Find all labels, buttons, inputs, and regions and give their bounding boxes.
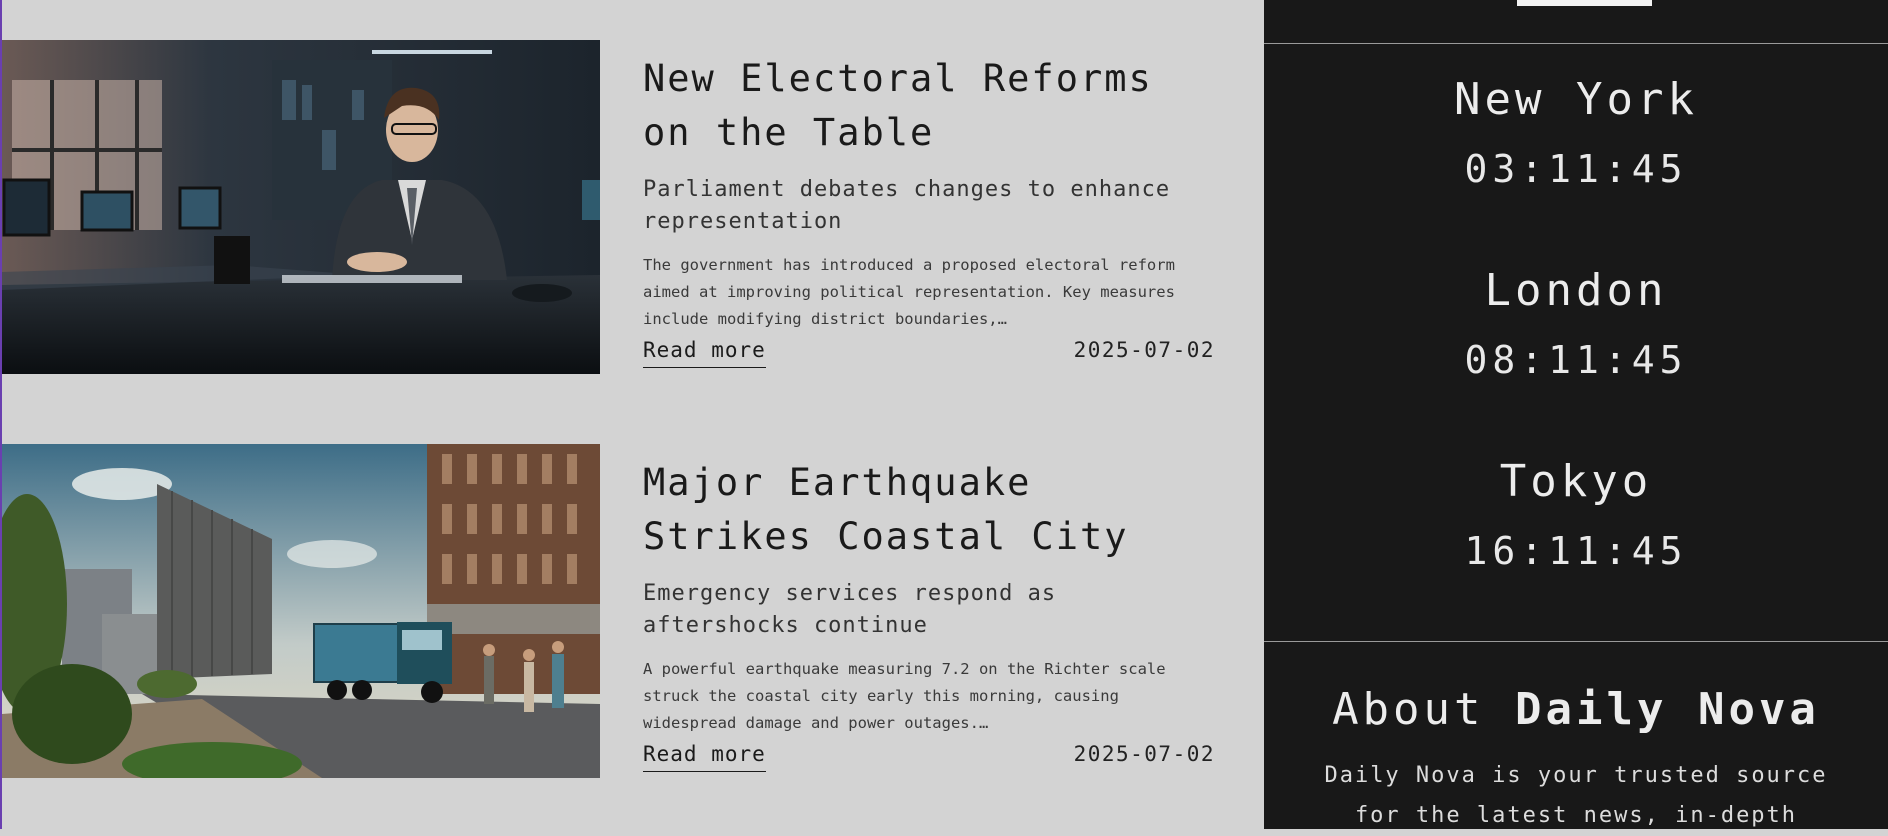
article-title[interactable]: New Electoral Reforms on the Table (643, 52, 1215, 160)
article-image[interactable] (2, 40, 600, 374)
article-card: New Electoral Reforms on the Table Parli… (2, 40, 1262, 376)
sidebar-top-tab[interactable] (1517, 0, 1652, 6)
article-date: 2025-07-02 (1073, 338, 1215, 362)
world-clock-tokyo: Tokyo 16:11:45 (1264, 452, 1888, 576)
clock-city: New York (1454, 74, 1698, 125)
sidebar-divider (1264, 43, 1888, 44)
about-heading: About Daily Nova (1264, 680, 1888, 740)
clock-time: 16:11:45 (1464, 529, 1688, 573)
article-summary: A powerful earthquake measuring 7.2 on t… (643, 660, 1166, 732)
article-title[interactable]: Major Earthquake Strikes Coastal City (643, 456, 1215, 564)
about-description: Daily Nova is your trusted source for th… (1324, 763, 1828, 828)
article-meta: Read more 2025-07-02 (643, 739, 1215, 779)
article-list: New Electoral Reforms on the Table Parli… (0, 0, 1264, 829)
world-clock-london: London 08:11:45 (1264, 261, 1888, 385)
article-subtitle: Parliament debates changes to enhance re… (643, 177, 1171, 234)
read-more-link[interactable]: Read more (643, 739, 766, 772)
article-subtitle: Emergency services respond as aftershock… (643, 581, 1057, 638)
article-image[interactable] (2, 444, 600, 778)
article-card: Major Earthquake Strikes Coastal City Em… (2, 444, 1262, 780)
clock-city: London (1484, 265, 1668, 316)
about-heading-prefix: About (1332, 684, 1516, 735)
sidebar-divider (1264, 641, 1888, 642)
clock-time: 03:11:45 (1464, 147, 1688, 191)
article-date: 2025-07-02 (1073, 742, 1215, 766)
clock-time: 08:11:45 (1464, 338, 1688, 382)
article-summary: The government has introduced a proposed… (643, 256, 1175, 328)
article-content: New Electoral Reforms on the Table Parli… (643, 40, 1215, 375)
read-more-link[interactable]: Read more (643, 335, 766, 368)
world-clock-new-york: New York 03:11:45 (1264, 70, 1888, 194)
sidebar: New York 03:11:45 London 08:11:45 Tokyo … (1264, 0, 1888, 829)
article-meta: Read more 2025-07-02 (643, 335, 1215, 375)
about-heading-brand: Daily Nova (1515, 684, 1820, 735)
clock-city: Tokyo (1499, 456, 1653, 507)
article-content: Major Earthquake Strikes Coastal City Em… (643, 444, 1215, 779)
